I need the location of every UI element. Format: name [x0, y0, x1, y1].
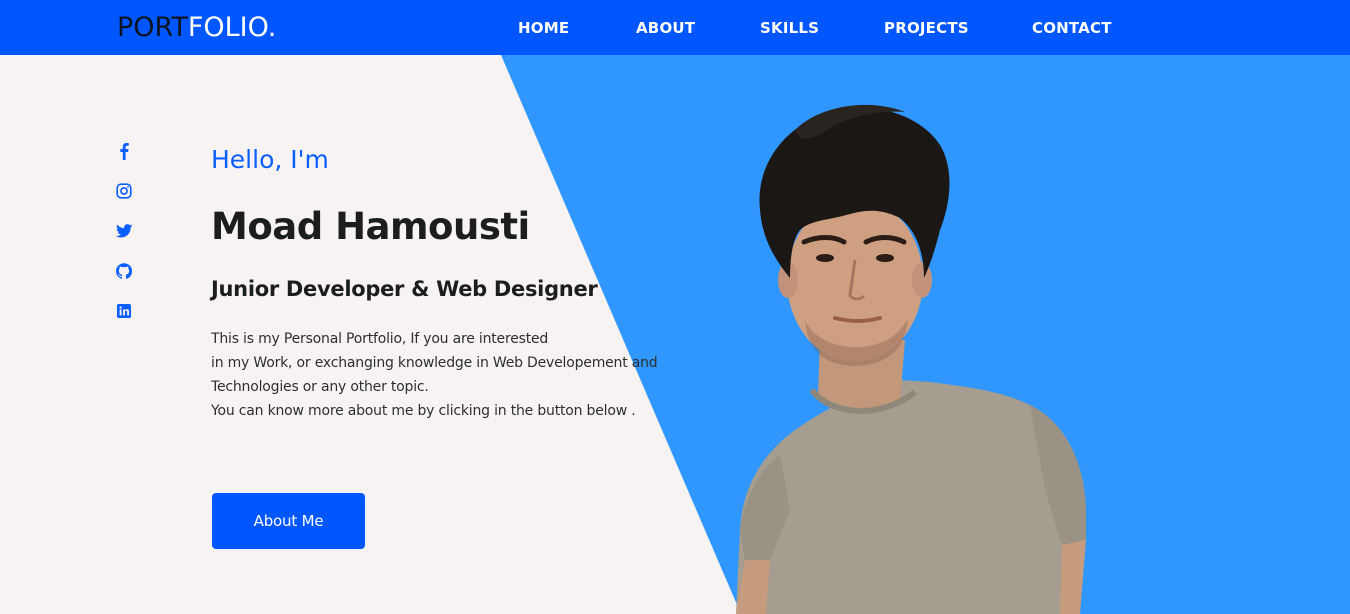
nav-link-about[interactable]: ABOUT [636, 19, 695, 37]
nav-link-projects[interactable]: PROJECTS [884, 19, 969, 37]
facebook-icon[interactable] [114, 141, 134, 161]
about-me-button[interactable]: About Me [212, 493, 365, 549]
nav-link-contact[interactable]: CONTACT [1032, 19, 1112, 37]
hero-description-line: You can know more about me by clicking i… [211, 403, 636, 419]
nav-link-home[interactable]: HOME [518, 19, 569, 37]
twitter-icon[interactable] [114, 221, 134, 241]
hero-name: Moad Hamousti [211, 205, 530, 248]
hero-description: This is my Personal Portfolio, If you ar… [211, 327, 658, 423]
navbar: PORTFOLIO. HOME ABOUT SKILLS PROJECTS CO… [0, 0, 1350, 55]
hero-greeting: Hello, I'm [211, 145, 329, 174]
hero-role: Junior Developer & Web Designer [211, 277, 598, 301]
hero-blue-panel [501, 55, 1350, 614]
github-icon[interactable] [114, 261, 134, 281]
portfolio-page: PORTFOLIO. HOME ABOUT SKILLS PROJECTS CO… [0, 0, 1350, 614]
hero-description-line: Technologies or any other topic. [211, 379, 429, 395]
instagram-icon[interactable] [114, 181, 134, 201]
nav-link-skills[interactable]: SKILLS [760, 19, 819, 37]
hero-description-line: in my Work, or exchanging knowledge in W… [211, 355, 658, 371]
logo-text-folio: FOLIO. [187, 12, 277, 43]
logo-text-port: PORT [117, 12, 188, 43]
hero-description-line: This is my Personal Portfolio, If you ar… [211, 331, 549, 347]
site-logo[interactable]: PORTFOLIO. [117, 12, 276, 44]
linkedin-icon[interactable] [114, 301, 134, 321]
profile-photo [736, 104, 1086, 614]
